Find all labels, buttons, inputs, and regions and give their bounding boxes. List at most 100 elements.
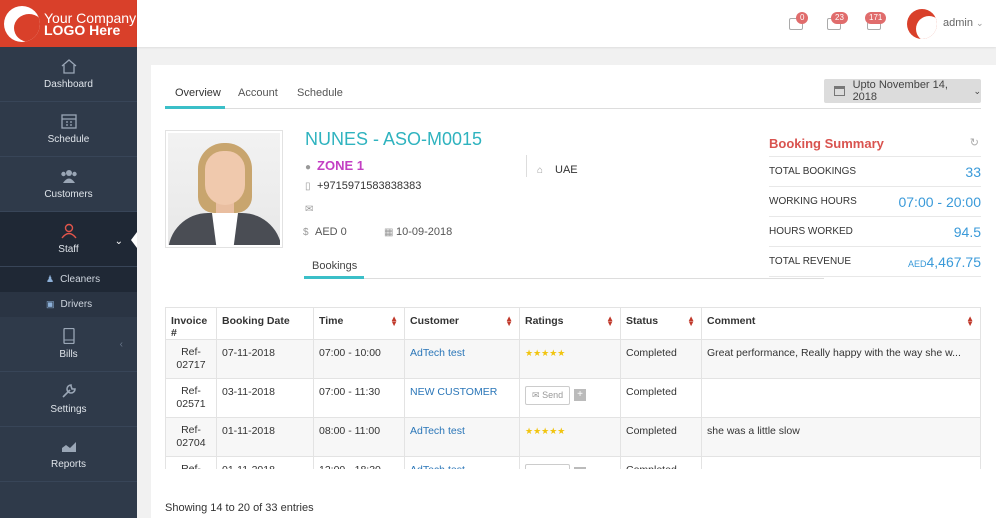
notifications-badge: 171 (865, 12, 887, 24)
avatar[interactable] (907, 9, 937, 39)
users-icon (60, 170, 77, 183)
sort-icon: ▲ ▼ (390, 314, 398, 328)
time-cell: 07:00 - 11:30 (313, 378, 405, 418)
user-name: admin (943, 17, 973, 29)
customer-cell[interactable]: AdTech test (404, 339, 520, 379)
top-bar: 0 23 171 admin ⌄ (137, 0, 996, 47)
send-rating-button[interactable]: ✉ Send (525, 386, 571, 405)
sidebar-item-label: Reports (50, 459, 86, 470)
calendar-badge: 23 (831, 12, 848, 24)
customer-cell[interactable]: NEW CUSTOMER (404, 378, 520, 418)
status-cell: Completed (620, 417, 702, 457)
col-comment[interactable]: Comment ▲ ▼ (701, 307, 981, 340)
company-logo[interactable]: Your Company LOGO Here (0, 0, 137, 47)
invoice-cell: Ref- 02717 (165, 339, 217, 379)
booking-date-cell: 07-11-2018 (216, 339, 314, 379)
sidebar-subitem-label: Cleaners (60, 274, 101, 285)
sidebar-subitem-cleaners[interactable]: ♟ Cleaners (0, 267, 137, 292)
table-header-row: Invoice # Booking Date Time ▲ ▼ Customer ▲ ▼… (165, 307, 981, 340)
star-rating: ★★★★★ (525, 348, 566, 358)
envelope-icon: ✉ (532, 468, 540, 469)
mobile-icon (62, 328, 75, 344)
booking-date-cell: 01-11-2018 (216, 456, 314, 469)
sidebar-item-label: Staff (58, 244, 79, 255)
sidebar: Dashboard Schedule Customers Staff ⌄ ♟ C… (0, 47, 137, 518)
sidebar-item-dashboard[interactable]: Dashboard (0, 47, 137, 102)
logo-text: Your Company LOGO Here (44, 9, 137, 38)
bookings-table: Invoice # Booking Date Time ▲ ▼ Customer ▲ ▼… (165, 307, 981, 469)
sidebar-subitem-label: Drivers (60, 299, 93, 310)
sidebar-item-schedule[interactable]: Schedule (0, 102, 137, 157)
invoice-cell: Ref- 02704 (165, 417, 217, 457)
sort-icon: ▲ ▼ (687, 314, 695, 328)
rating-cell: ✉ Send+ (519, 456, 621, 469)
customer-link[interactable]: AdTech test (410, 425, 465, 437)
sidebar-subitem-drivers[interactable]: ▣ Drivers (0, 292, 137, 317)
time-cell: 12:00 - 18:30 (313, 456, 405, 469)
inbox-badge: 0 (796, 12, 809, 24)
sidebar-item-label: Customers (44, 189, 93, 200)
invoice-cell: Ref- 02571 (165, 378, 217, 418)
customer-cell[interactable]: AdTech test (404, 417, 520, 457)
booking-date-cell: 03-11-2018 (216, 378, 314, 418)
star-rating: ★★★★★ (525, 426, 566, 436)
status-cell: Completed (620, 378, 702, 418)
add-rating-button[interactable]: + (574, 389, 587, 402)
table-row: Ref- 02704 01-11-2018 08:00 - 11:00 AdTech t… (165, 417, 981, 457)
booking-date-cell: 01-11-2018 (216, 417, 314, 457)
bookings-table-wrapper: Invoice # Booking Date Time ▲ ▼ Customer ▲ ▼… (151, 65, 996, 469)
comment-cell (701, 378, 981, 418)
col-status[interactable]: Status ▲ ▼ (620, 307, 702, 340)
customer-cell[interactable]: AdTech test (404, 456, 520, 469)
calendar-icon (60, 114, 77, 129)
table-info: Showing 14 to 20 of 33 entries (165, 502, 314, 514)
car-icon: ▣ (46, 299, 55, 309)
add-rating-button[interactable]: + (574, 467, 587, 469)
chevron-down-icon: ⌄ (114, 236, 123, 247)
col-invoice[interactable]: Invoice # (165, 307, 217, 340)
sort-icon: ▲ ▼ (606, 314, 614, 328)
comment-cell (701, 456, 981, 469)
sidebar-item-label: Settings (50, 404, 87, 415)
table-row: Ref-0270001-11-201812:00 - 18:30 AdTech t… (165, 456, 981, 469)
user-menu[interactable]: admin ⌄ (943, 17, 984, 29)
col-time[interactable]: Time ▲ ▼ (313, 307, 405, 340)
table-row: Ref- 02571 03-11-2018 07:00 - 11:30 NEW CUST… (165, 378, 981, 418)
logo-mark-icon (4, 5, 40, 42)
sort-icon: ▲ ▼ (966, 314, 974, 328)
wrench-icon (61, 384, 76, 398)
rating-cell: ★★★★★ (519, 339, 621, 379)
col-ratings[interactable]: Ratings ▲ ▼ (519, 307, 621, 340)
comment-cell: Great performance, Really happy with the… (701, 339, 981, 379)
sidebar-item-label: Schedule (47, 134, 90, 145)
chevron-left-icon: ‹ (119, 339, 123, 350)
customer-link[interactable]: AdTech test (410, 347, 465, 359)
user-icon (60, 223, 77, 239)
sidebar-item-label: Bills (59, 349, 78, 360)
sidebar-item-settings[interactable]: Settings (0, 372, 137, 427)
invoice-cell: Ref-02700 (165, 456, 217, 469)
chevron-down-icon: ⌄ (976, 18, 984, 28)
time-cell: 07:00 - 10:00 (313, 339, 405, 379)
status-cell: Completed (620, 339, 702, 379)
customer-link[interactable]: AdTech test (410, 464, 465, 469)
status-cell: Completed (620, 456, 702, 469)
sidebar-item-bills[interactable]: Bills ‹ (0, 317, 137, 372)
rating-cell: ★★★★★ (519, 417, 621, 457)
send-rating-button[interactable]: ✉ Send (525, 464, 571, 469)
chart-icon (60, 442, 77, 453)
time-cell: 08:00 - 11:00 (313, 417, 405, 457)
sort-icon: ▲ ▼ (505, 314, 513, 328)
home-icon (61, 59, 76, 74)
comment-cell: she was a little slow (701, 417, 981, 457)
sidebar-item-label: Dashboard (44, 79, 93, 90)
person-icon: ♟ (46, 274, 55, 284)
customer-link[interactable]: NEW CUSTOMER (410, 386, 497, 398)
col-customer[interactable]: Customer ▲ ▼ (404, 307, 520, 340)
table-row: Ref- 02717 07-11-2018 07:00 - 10:00 AdTech t… (165, 339, 981, 379)
col-booking-date[interactable]: Booking Date (216, 307, 314, 340)
sidebar-item-staff[interactable]: Staff ⌄ (0, 212, 137, 267)
sidebar-item-customers[interactable]: Customers (0, 157, 137, 212)
content-card: Overview Account Schedule Upto November … (151, 65, 996, 518)
sidebar-item-reports[interactable]: Reports (0, 427, 137, 482)
